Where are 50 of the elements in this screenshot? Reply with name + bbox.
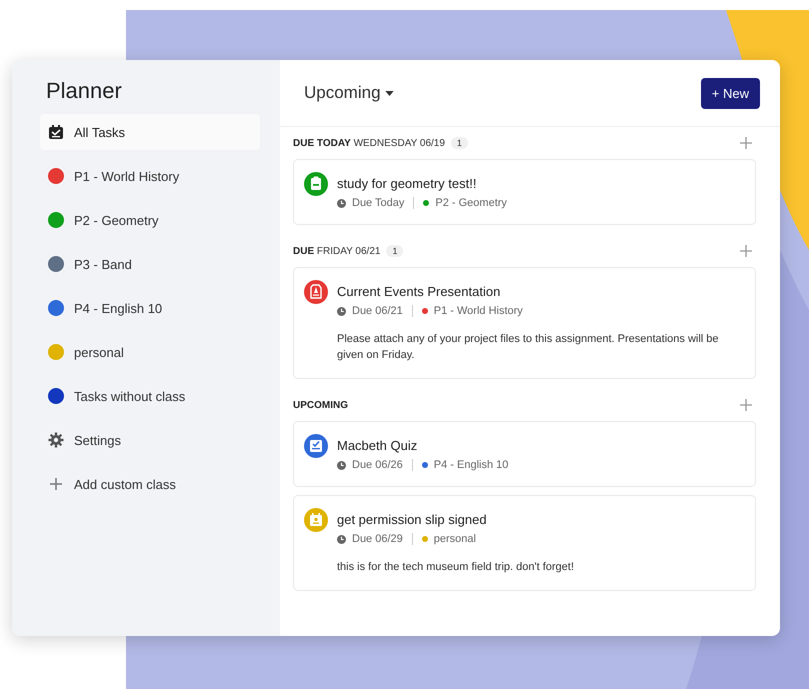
class-color-dot (423, 200, 430, 206)
section-heading: DUE TODAY WEDNESDAY 06/19 (293, 138, 445, 148)
clock-icon (337, 198, 346, 208)
sidebar-item[interactable]: P2 - Geometry (40, 202, 260, 238)
task-title: Current Events Presentation (337, 284, 502, 299)
sidebar-item[interactable]: Add custom class (40, 466, 260, 502)
task-card[interactable]: Macbeth Quiz Due 06/26 P4 - English 10 (293, 421, 756, 487)
sidebar-item[interactable]: Tasks without class (40, 378, 260, 414)
sidebar-item[interactable]: P1 - World History (40, 158, 260, 194)
plus-icon (48, 476, 64, 492)
class-name: P2 - Geometry (435, 197, 507, 209)
due-date: Due 06/21 (352, 305, 403, 317)
sidebar-item[interactable]: All Tasks (40, 114, 260, 150)
section-heading: UPCOMING (293, 400, 348, 410)
caret-icon (384, 90, 394, 96)
class-color-dot (422, 536, 428, 542)
clock-icon (337, 306, 346, 316)
class-name: P4 - English 10 (434, 459, 508, 471)
count-badge: 1 (450, 137, 468, 149)
task-card[interactable]: get permission slip signed Due 06/29 personal this is for the tech museum field trip. don't forget! (293, 495, 756, 591)
view-dropdown[interactable]: Upcoming (304, 83, 394, 103)
class-name: P1 - World History (434, 305, 523, 317)
clock-icon (337, 534, 346, 544)
task-title: study for geometry test!! (337, 176, 478, 191)
class-color-dot (422, 462, 428, 468)
due-date: Due Today (352, 197, 404, 209)
add-icon[interactable] (740, 399, 752, 411)
class-name: personal (434, 533, 476, 545)
settings-icon (48, 432, 64, 448)
task-title: Macbeth Quiz (337, 438, 418, 453)
sidebar-item[interactable]: P4 - English 10 (40, 290, 260, 326)
task-note: Please attach any of your project files to this assignment. Presentations will be given on Friday. (337, 332, 720, 363)
task-title: get permission slip signed (337, 512, 488, 527)
add-icon[interactable] (740, 137, 752, 149)
clock-icon (337, 460, 346, 470)
due-date: Due 06/26 (352, 459, 403, 471)
sidebar-item[interactable]: Settings (40, 422, 260, 458)
due-date: Due 06/29 (352, 533, 403, 545)
count-badge: 1 (386, 245, 404, 257)
task-note: this is for the tech museum field trip. don't forget! (337, 560, 574, 575)
class-color-dot (422, 308, 428, 314)
task-card[interactable]: study for geometry test!! Due Today P2 - Geometry (293, 159, 756, 225)
calendar-check-icon (48, 124, 64, 140)
app-title: Planner (46, 78, 123, 104)
add-icon[interactable] (740, 245, 752, 257)
section-heading: DUE FRIDAY 06/21 (293, 246, 380, 256)
sidebar-item[interactable]: P3 - Band (40, 246, 260, 282)
task-card[interactable]: Current Events Presentation Due 06/21 P1 - World History Please attach any of your project files to this assignment. Presentations will be given on Friday. (293, 267, 756, 379)
new-button[interactable]: + New (700, 78, 760, 108)
sidebar-item[interactable]: personal (40, 334, 260, 370)
